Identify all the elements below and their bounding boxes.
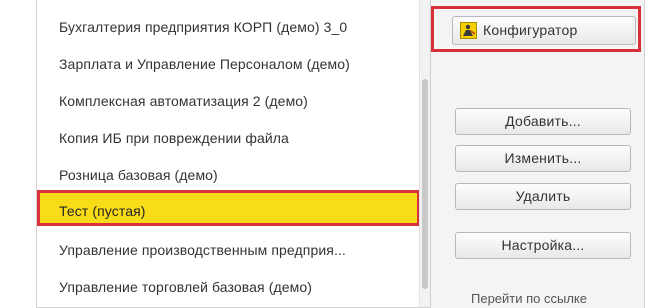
list-scrollbar[interactable] [419,0,430,307]
edit-button[interactable]: Изменить... [455,145,631,172]
list-item[interactable]: Бухгалтерия предприятия КОРП (демо) 3_0 [37,9,420,45]
actions-panel: Конфигуратор Добавить... Изменить... Уда… [431,0,645,308]
list-item[interactable]: Зарплата и Управление Персоналом (демо) [37,46,420,82]
configurator-icon [460,22,477,39]
settings-button[interactable]: Настройка... [455,232,631,259]
list-item[interactable]: Управление производственным предприя... [37,232,420,268]
list-item[interactable]: Розница базовая (демо) [37,157,420,193]
scroll-thumb[interactable] [422,79,428,289]
list-item[interactable]: Комплексная автоматизация 2 (демо) [37,83,420,119]
list-item[interactable]: Копия ИБ при повреждении файла [37,120,420,156]
infobase-list[interactable]: Бухгалтерия предприятия КОРП (демо) 3_0 … [36,0,431,308]
configurator-button[interactable]: Конфигуратор [452,16,636,45]
add-button[interactable]: Добавить... [455,108,631,135]
go-to-link[interactable]: Перейти по ссылке [471,291,587,306]
list-item-selected[interactable]: Тест (пустая) [37,190,420,226]
configurator-label: Конфигуратор [483,22,578,38]
delete-button[interactable]: Удалить [455,183,631,210]
list-item[interactable] [37,0,420,9]
